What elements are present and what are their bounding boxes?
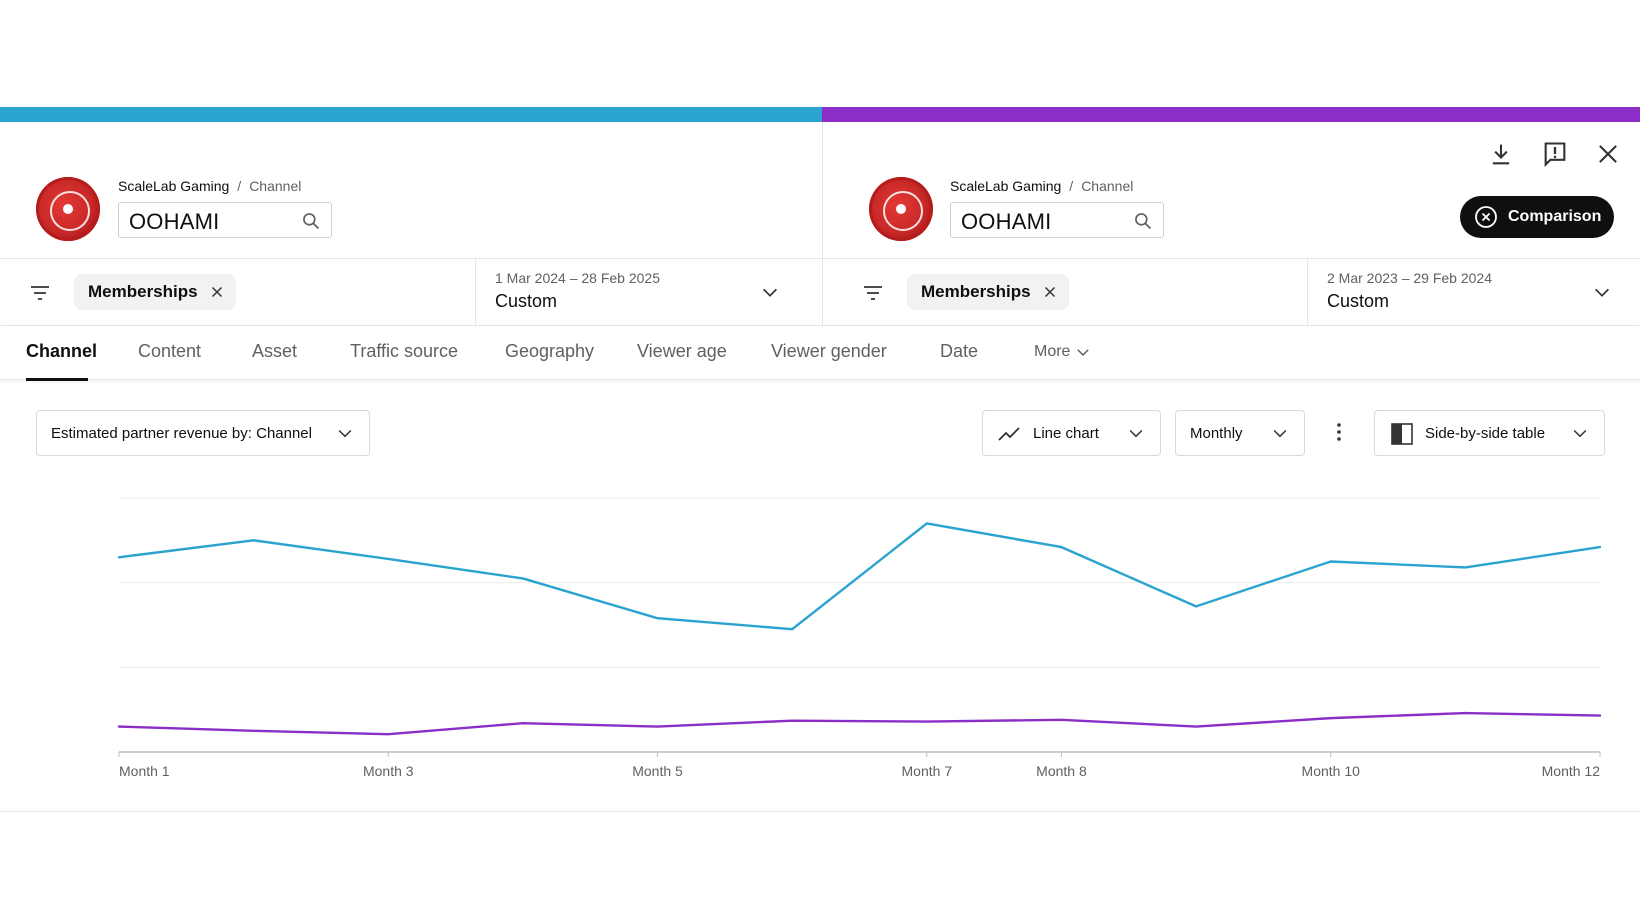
tab-content[interactable]: Content — [138, 341, 201, 362]
breadcrumb: ScaleLab Gaming / Channel — [118, 178, 301, 194]
filter-icon[interactable] — [28, 281, 52, 305]
chevron-down-icon — [1077, 349, 1090, 357]
x-tick-label: Month 1 — [119, 763, 170, 779]
date-range: 2 Mar 2023 – 29 Feb 2024 — [1327, 270, 1493, 286]
comparison-button[interactable]: Comparison — [1460, 196, 1614, 238]
remove-filter-icon[interactable] — [208, 283, 226, 301]
chart-bottom-divider — [0, 811, 1640, 812]
date-range-picker[interactable]: 2 Mar 2023 – 29 Feb 2024 Custom — [1307, 259, 1640, 325]
chevron-down-icon — [338, 429, 352, 438]
breadcrumb-second: Channel — [1081, 178, 1134, 194]
x-tick-label: Month 12 — [1542, 763, 1601, 779]
tab-date[interactable]: Date — [940, 341, 978, 362]
search-value: OOHAMI — [961, 209, 1052, 234]
view-mode-label: Side-by-side table — [1425, 424, 1546, 442]
interval-label: Monthly — [1190, 424, 1243, 442]
x-tick-label: Month 10 — [1302, 763, 1361, 779]
tab-more[interactable]: More — [1034, 343, 1092, 361]
filter-chip[interactable]: Memberships — [907, 274, 1069, 310]
series-line-2 — [117, 711, 1602, 736]
tab-channel[interactable]: Channel — [26, 341, 97, 362]
chevron-down-icon — [1129, 429, 1143, 438]
x-tick-label: Month 7 — [902, 763, 953, 779]
view-mode-select[interactable]: Side-by-side table — [1374, 410, 1605, 456]
comparison-button-label: Comparison — [1508, 208, 1602, 225]
series-line-1 — [117, 522, 1602, 631]
date-preset: Custom — [1327, 291, 1390, 311]
chevron-down-icon — [1273, 429, 1287, 438]
breadcrumb-separator: / — [1069, 178, 1074, 194]
date-preset: Custom — [495, 291, 558, 311]
chevron-down-icon — [1573, 429, 1587, 438]
chevron-down-icon — [762, 288, 778, 297]
filter-chip-label: Memberships — [88, 282, 198, 301]
search-icon[interactable] — [301, 211, 321, 231]
close-icon[interactable] — [1594, 140, 1622, 168]
breadcrumb-first[interactable]: ScaleLab Gaming — [118, 178, 229, 194]
feedback-icon[interactable] — [1541, 140, 1569, 168]
tab-viewer-gender[interactable]: Viewer gender — [771, 341, 887, 362]
download-icon[interactable] — [1487, 140, 1515, 168]
breadcrumb-second: Channel — [249, 178, 302, 194]
comparison-header-panel: ScaleLab Gaming / Channel OOHAMI Compariso… — [822, 122, 1640, 258]
entity-search-input[interactable]: OOHAMI — [118, 202, 332, 238]
active-tab-indicator — [26, 378, 88, 381]
tab-geography[interactable]: Geography — [505, 341, 594, 362]
channel-avatar[interactable] — [36, 177, 100, 241]
primary-period-bar — [0, 107, 822, 122]
chart-type-select[interactable]: Line chart — [982, 410, 1161, 456]
tab-viewer-age[interactable]: Viewer age — [637, 341, 727, 362]
search-icon[interactable] — [1133, 211, 1153, 231]
x-tick-label: Month 5 — [632, 763, 683, 779]
chart-type-label: Line chart — [1033, 424, 1099, 442]
entity-search-input[interactable]: OOHAMI — [950, 202, 1164, 238]
tab-more-label: More — [1034, 343, 1071, 360]
filter-icon[interactable] — [861, 281, 885, 305]
metric-select[interactable]: Estimated partner revenue by: Channel — [36, 410, 370, 456]
more-options-icon[interactable] — [1327, 420, 1351, 444]
tab-traffic-source[interactable]: Traffic source — [350, 341, 458, 362]
primary-header-panel: ScaleLab Gaming / Channel OOHAMI — [0, 122, 822, 258]
interval-select[interactable]: Monthly — [1175, 410, 1305, 456]
breadcrumb-separator: / — [237, 178, 242, 194]
date-range-picker[interactable]: 1 Mar 2024 – 28 Feb 2025 Custom — [475, 259, 822, 325]
line-chart-icon — [998, 427, 1020, 441]
breadcrumb-first[interactable]: ScaleLab Gaming — [950, 178, 1061, 194]
search-value: OOHAMI — [129, 209, 220, 234]
filter-chip-label: Memberships — [921, 282, 1031, 301]
filter-chip[interactable]: Memberships — [74, 274, 236, 310]
date-range: 1 Mar 2024 – 28 Feb 2025 — [495, 270, 661, 286]
primary-filter-row: Memberships 1 Mar 2024 – 28 Feb 2025 Cus… — [0, 258, 822, 326]
tab-asset[interactable]: Asset — [252, 341, 297, 362]
channel-avatar[interactable] — [869, 177, 933, 241]
close-circle-icon — [1475, 206, 1497, 228]
breadcrumb: ScaleLab Gaming / Channel — [950, 178, 1133, 194]
x-tick-label: Month 8 — [1036, 763, 1087, 779]
side-by-side-table-icon — [1391, 423, 1413, 445]
comparison-filter-row: Memberships 2 Mar 2023 – 29 Feb 2024 Cus… — [822, 258, 1640, 326]
x-tick-label: Month 3 — [363, 763, 414, 779]
comparison-period-bar — [822, 107, 1640, 122]
dimension-tabs: Channel Content Asset Traffic source Geo… — [0, 326, 1640, 381]
revenue-line-chart: Month 1 Month 3 Month 5 Month 7 Month 8 Month… — [117, 497, 1602, 779]
chevron-down-icon — [1594, 288, 1610, 297]
metric-select-label: Estimated partner revenue by: Channel — [51, 424, 312, 442]
remove-filter-icon[interactable] — [1041, 283, 1059, 301]
